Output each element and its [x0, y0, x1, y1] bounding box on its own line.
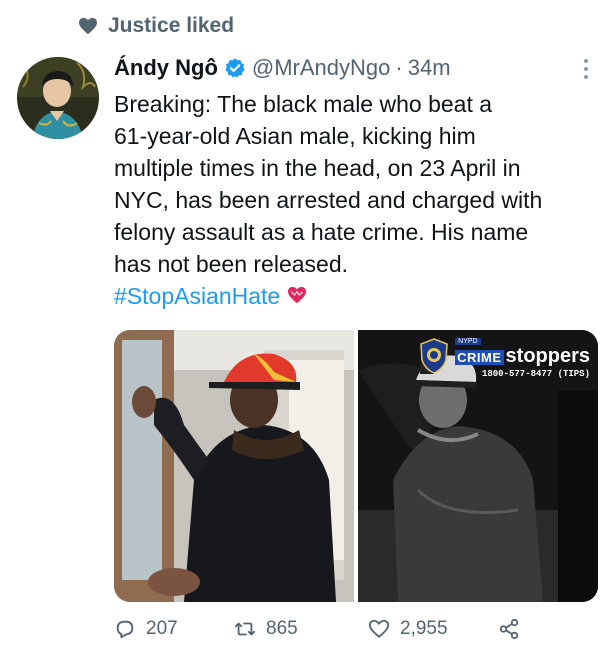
- tweet-text: Breaking: The black male who beat a 61-y…: [114, 88, 600, 312]
- tweet-text-line: felony assault as a hate crime. His name: [114, 219, 529, 245]
- heart-icon: [79, 17, 97, 35]
- crime-stoppers-text: NYPD CRIME stoppers 1800-577-8477 (TIPS): [455, 338, 590, 379]
- social-context: Justice liked: [78, 14, 234, 38]
- nypd-label: NYPD: [455, 338, 481, 345]
- verified-badge-icon: [225, 58, 245, 78]
- crime-stoppers-brand: CRIME stoppers: [455, 345, 590, 368]
- tweet-text-line: has not been released.: [114, 251, 349, 277]
- nypd-shield-icon: [420, 338, 448, 374]
- author-handle[interactable]: @MrAndyNgo: [252, 53, 391, 83]
- author-name[interactable]: Ándy Ngô: [114, 53, 218, 83]
- retweet-count: 865: [266, 618, 298, 639]
- suspect-photo-color: [114, 330, 354, 602]
- tweet-actions: 207 865 2,955: [114, 618, 534, 640]
- reply-count: 207: [146, 618, 178, 639]
- separator-dot: ·: [395, 55, 403, 80]
- crime-stoppers-overlay: NYPD CRIME stoppers 1800-577-8477 (TIPS): [419, 338, 590, 379]
- tweet-text-line: 61-year-old Asian male, kicking him: [114, 123, 476, 149]
- like-count: 2,955: [400, 618, 448, 639]
- more-options-icon[interactable]: [583, 58, 589, 80]
- reply-button[interactable]: 207: [114, 618, 234, 640]
- tweet-text-line: NYC, has been arrested and charged with: [114, 187, 543, 213]
- hashtag-line: #StopAsianHate: [114, 280, 600, 312]
- timestamp[interactable]: 34m: [408, 53, 451, 83]
- avatar[interactable]: [17, 57, 99, 139]
- crime-label: CRIME: [455, 350, 504, 365]
- retweet-button[interactable]: 865: [234, 618, 368, 640]
- tweet-header: Ándy Ngô @MrAndyNgo · 34m: [114, 53, 593, 83]
- heart-emoji-icon: [287, 286, 306, 304]
- social-context-label[interactable]: Justice liked: [108, 14, 234, 38]
- share-icon: [499, 618, 519, 640]
- media-photo-store[interactable]: [114, 330, 354, 602]
- tweet-text-line: multiple times in the head, on 23 April …: [114, 155, 521, 181]
- media-photo-night[interactable]: NYPD CRIME stoppers 1800-577-8477 (TIPS): [358, 330, 598, 602]
- tweet-media[interactable]: NYPD CRIME stoppers 1800-577-8477 (TIPS): [114, 330, 598, 602]
- retweet-icon: [234, 622, 256, 636]
- tips-phone: 1800-577-8477 (TIPS): [481, 369, 590, 379]
- share-button[interactable]: [498, 618, 520, 640]
- tweet-text-line: Breaking: The black male who beat a: [114, 91, 493, 117]
- stoppers-label: stoppers: [505, 345, 590, 367]
- reply-icon: [116, 620, 134, 639]
- hashtag-link[interactable]: #StopAsianHate: [114, 283, 280, 309]
- like-icon: [368, 619, 390, 638]
- avatar-illustration: [17, 57, 99, 139]
- like-button[interactable]: 2,955: [368, 618, 498, 640]
